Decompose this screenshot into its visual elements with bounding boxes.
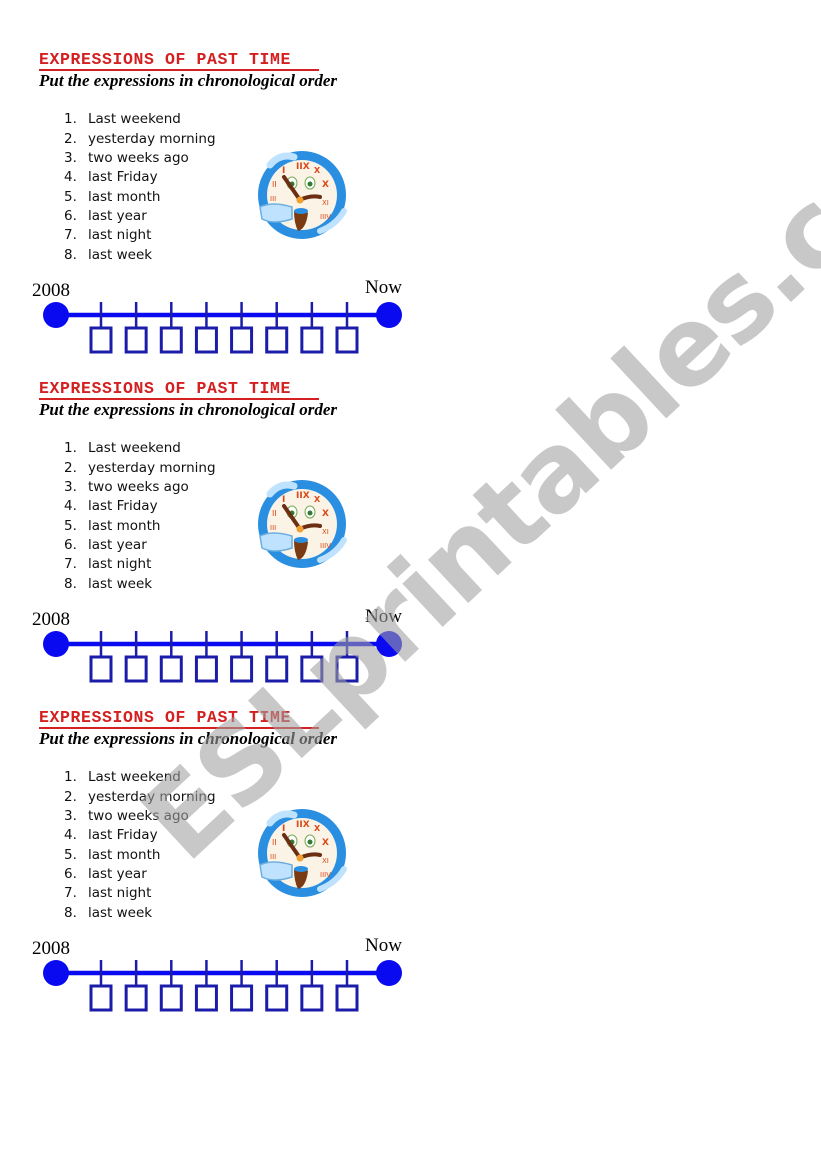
svg-text:I: I (282, 166, 285, 176)
list-item-text: last year (88, 208, 147, 224)
list-item-text: last month (88, 189, 161, 205)
list-item-number: 4. (64, 498, 77, 514)
svg-text:IIIV: IIIV (320, 871, 331, 879)
answer-box[interactable] (335, 984, 359, 1012)
svg-text:X: X (314, 495, 321, 504)
list-item-text: last year (88, 537, 147, 553)
list-item-number: 6. (64, 208, 77, 224)
answer-box[interactable] (194, 984, 218, 1012)
list-item-number: 5. (64, 518, 77, 534)
list-item-text: last Friday (88, 498, 158, 514)
section-title: EXPRESSIONS OF PAST TIME (39, 708, 292, 727)
list-item-number: 3. (64, 479, 77, 495)
list-item-text: last Friday (88, 827, 158, 843)
answer-box[interactable] (159, 984, 183, 1012)
timeline-end-dot (376, 631, 402, 657)
list-item-number: 6. (64, 537, 77, 553)
list-item-number: 7. (64, 227, 77, 243)
timeline-start-dot (43, 960, 69, 986)
svg-text:I: I (282, 824, 285, 834)
list-item-text: last night (88, 556, 152, 572)
list-item-text: last week (88, 247, 153, 263)
list-item-number: 2. (64, 460, 77, 476)
exercise-section-1: EXPRESSIONS OF PAST TIME Put the express… (0, 0, 821, 354)
list-item-text: yesterday morning (88, 131, 216, 147)
answer-box[interactable] (230, 984, 254, 1012)
svg-text:III: III (270, 853, 276, 861)
list-item-number: 1. (64, 769, 77, 785)
list-item-text: yesterday morning (88, 460, 216, 476)
svg-text:III: III (270, 524, 276, 532)
clock-icon: I IIX X X II III XI IIIV (258, 151, 347, 239)
list-item-number: 7. (64, 556, 77, 572)
answer-box[interactable] (124, 984, 148, 1012)
svg-text:XI: XI (322, 199, 329, 207)
svg-text:III: III (270, 195, 276, 203)
list-item-text: last week (88, 905, 153, 921)
list-item-text: yesterday morning (88, 789, 216, 805)
list-item-text: last month (88, 518, 161, 534)
list-item-number: 4. (64, 169, 77, 185)
list-item-number: 8. (64, 247, 77, 263)
list-item-number: 2. (64, 131, 77, 147)
answer-box[interactable] (265, 984, 289, 1012)
list-item-number: 3. (64, 150, 77, 166)
svg-text:XI: XI (322, 528, 329, 536)
list-item-text: Last weekend (88, 440, 181, 456)
svg-text:IIX: IIX (296, 491, 310, 501)
list-item-number: 5. (64, 847, 77, 863)
svg-text:I: I (282, 495, 285, 505)
exercise-section-2: EXPRESSIONS OF PAST TIME Put the express… (0, 329, 821, 683)
timeline-end-dot (376, 960, 402, 986)
list-item-text: two weeks ago (88, 479, 189, 495)
list-item-number: 4. (64, 827, 77, 843)
svg-text:II: II (272, 180, 277, 189)
list-item-text: last week (88, 576, 153, 592)
list-item-number: 6. (64, 866, 77, 882)
svg-text:X: X (314, 824, 321, 833)
svg-text:X: X (314, 166, 321, 175)
svg-text:XI: XI (322, 857, 329, 865)
clock-icon: I IIX X X II III XI IIIV (258, 480, 347, 568)
timeline (43, 960, 402, 1012)
list-item-number: 2. (64, 789, 77, 805)
section-title: EXPRESSIONS OF PAST TIME (39, 379, 292, 398)
answer-box[interactable] (300, 984, 324, 1012)
list-item-number: 8. (64, 576, 77, 592)
timeline-end-dot (376, 302, 402, 328)
svg-text:II: II (272, 509, 277, 518)
list-item-text: last night (88, 227, 152, 243)
answer-box[interactable] (89, 984, 113, 1012)
section-instructions: Put the expressions in chronological ord… (39, 400, 338, 419)
list-item-text: last year (88, 866, 147, 882)
svg-text:IIIV: IIIV (320, 542, 331, 550)
list-item-text: Last weekend (88, 111, 181, 127)
list-item-number: 1. (64, 440, 77, 456)
list-item-text: two weeks ago (88, 150, 189, 166)
list-item-text: Last weekend (88, 769, 181, 785)
section-title: EXPRESSIONS OF PAST TIME (39, 50, 292, 69)
list-item-number: 8. (64, 905, 77, 921)
timeline-start-dot (43, 631, 69, 657)
exercise-section-3: EXPRESSIONS OF PAST TIME Put the express… (0, 658, 821, 1012)
timeline-start-dot (43, 302, 69, 328)
clock-icon: I IIX X X II III XI IIIV (258, 809, 347, 897)
list-item-number: 3. (64, 808, 77, 824)
list-item-text: last Friday (88, 169, 158, 185)
svg-text:X: X (322, 180, 329, 190)
list-item-number: 7. (64, 885, 77, 901)
section-instructions: Put the expressions in chronological ord… (39, 71, 338, 90)
svg-text:IIX: IIX (296, 162, 310, 172)
list-item-text: two weeks ago (88, 808, 189, 824)
svg-text:IIIV: IIIV (320, 213, 331, 221)
list-item-text: last month (88, 847, 161, 863)
list-item-number: 5. (64, 189, 77, 205)
list-item-number: 1. (64, 111, 77, 127)
section-instructions: Put the expressions in chronological ord… (39, 729, 338, 748)
svg-text:IIX: IIX (296, 820, 310, 830)
svg-text:X: X (322, 838, 329, 848)
svg-text:II: II (272, 838, 277, 847)
list-item-text: last night (88, 885, 152, 901)
svg-text:X: X (322, 509, 329, 519)
